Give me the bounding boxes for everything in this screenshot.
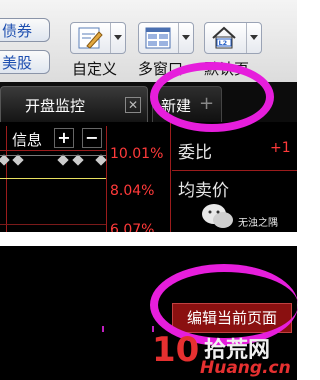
marker-icon — [95, 154, 107, 166]
close-tab-icon[interactable]: ✕ — [125, 97, 141, 113]
zoom-in-button[interactable]: + — [54, 128, 74, 148]
marker-icon — [72, 154, 84, 166]
us-stocks-button[interactable]: 美股 — [0, 50, 50, 74]
watermark-domain: Huang.cn — [200, 358, 291, 378]
percent-label: 6.07% — [110, 222, 155, 232]
info-header: 信息 + − — [0, 126, 106, 151]
default-page-icon: L2 — [212, 26, 236, 49]
grid-line — [0, 224, 106, 225]
divider — [6, 126, 7, 232]
multi-window-icon — [145, 27, 171, 49]
customize-label: 自定义 — [72, 60, 118, 78]
divider — [106, 126, 107, 232]
marker-icon — [0, 154, 10, 166]
wechat-icon — [202, 204, 233, 228]
divider — [170, 122, 171, 232]
divider — [172, 170, 297, 171]
wechat-account-text: 无浊之隅 — [238, 218, 278, 229]
default-page-button[interactable]: L2 — [204, 22, 262, 54]
quote-panel: 信息 + − 10.01% 8.04% 6.07% 委比 +1 均卖价 无浊之隅 — [0, 122, 297, 232]
multi-window-dropdown[interactable] — [178, 23, 193, 53]
customize-dropdown[interactable] — [110, 23, 125, 53]
percent-label: 8.04% — [110, 183, 155, 199]
multi-window-button[interactable] — [138, 22, 194, 54]
tick-mark — [102, 326, 104, 332]
default-page-dropdown[interactable] — [246, 23, 261, 53]
bonds-button[interactable]: 债券 — [0, 18, 50, 42]
marker-icon — [57, 154, 69, 166]
separator — [0, 232, 297, 246]
zoom-out-button[interactable]: − — [82, 128, 102, 148]
info-label: 信息 — [12, 131, 43, 149]
commission-ratio-value: +1 — [270, 140, 291, 156]
l2-badge: L2 — [219, 39, 228, 47]
customize-icon — [78, 27, 103, 49]
highlight-circle — [150, 62, 274, 132]
watermark-logo: 10 拾荒网 Huang.cn — [152, 330, 297, 380]
tab-opening-monitor[interactable]: 开盘监控 ✕ — [0, 86, 148, 122]
avg-ask-price-label: 均卖价 — [178, 181, 229, 201]
commission-ratio-label: 委比 — [178, 143, 212, 163]
watermark-number: 10 — [152, 330, 200, 370]
marker-icon — [12, 154, 24, 166]
tab-label: 开盘监控 — [25, 97, 86, 115]
customize-button[interactable] — [70, 22, 126, 54]
avg-line — [0, 178, 106, 179]
price-line — [0, 155, 106, 156]
percent-label: 10.01% — [110, 146, 164, 162]
